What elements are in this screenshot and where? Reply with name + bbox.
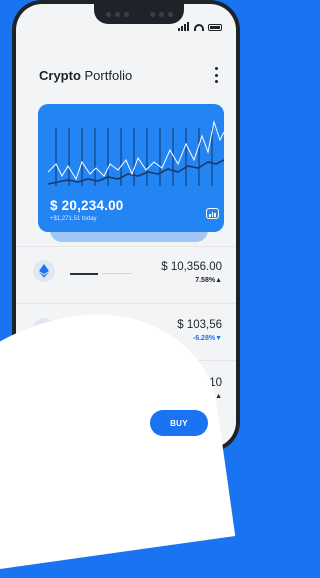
battery-icon — [208, 24, 222, 31]
page-title-rest: Portfolio — [84, 68, 133, 83]
asset-change: 7.58%▲ — [195, 277, 222, 284]
portfolio-change: +$1,271.51 today — [50, 216, 97, 222]
wifi-icon — [194, 24, 204, 31]
portfolio-card[interactable]: $ 20,234.00 +$1,271.51 today — [38, 104, 224, 232]
status-bar — [178, 13, 222, 31]
asset-change: -6.28%▼ — [192, 335, 222, 342]
more-options-icon[interactable] — [212, 67, 220, 83]
portfolio-balance: $ 20,234.00 — [50, 198, 124, 213]
signal-icon — [178, 13, 190, 31]
page-title-bold: Crypto — [39, 68, 81, 83]
ethereum-icon — [33, 260, 55, 282]
page-title: Crypto Portfolio — [39, 68, 132, 83]
bar-chart-icon[interactable] — [206, 208, 219, 219]
asset-row[interactable]: $ 10,356.00 7.58%▲ — [16, 246, 236, 300]
asset-name-placeholder — [70, 273, 98, 275]
buy-button[interactable]: BUY — [150, 410, 208, 436]
asset-price: $ 103,56 — [177, 319, 222, 331]
asset-divider — [102, 273, 132, 274]
phone-notch — [94, 4, 184, 24]
asset-price: $ 10,356.00 — [161, 261, 222, 273]
